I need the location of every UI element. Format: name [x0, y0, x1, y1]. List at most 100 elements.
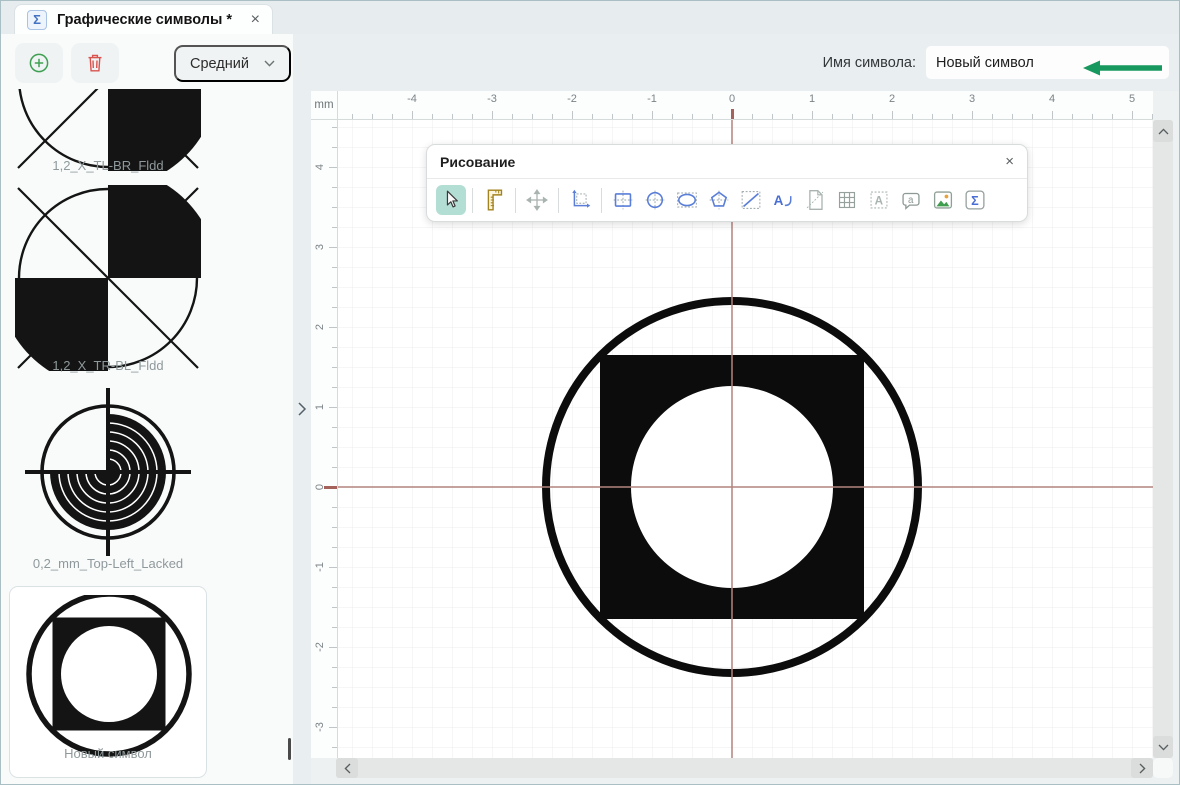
ruler-tick — [912, 114, 913, 119]
ruler-tick — [612, 114, 613, 119]
vertical-ruler: 43210-1-2-3 — [311, 120, 338, 758]
symbol-thumbnail[interactable] — [15, 89, 201, 173]
ruler-label: -4 — [407, 93, 417, 105]
ruler-tick — [332, 587, 337, 588]
ruler-label: 3 — [313, 237, 327, 257]
chevron-right-icon[interactable] — [297, 401, 307, 422]
editor-topbar: Имя символа: Новый символ — [311, 34, 1180, 91]
ruler-tick — [332, 207, 337, 208]
ruler-tick — [329, 647, 337, 648]
tool-ellipse-button[interactable] — [672, 185, 702, 215]
symbol-thumbnail-selected[interactable] — [9, 586, 207, 778]
ruler-tick — [332, 507, 337, 508]
ruler-tick — [1072, 114, 1073, 119]
horizontal-scrollbar[interactable] — [336, 758, 1153, 778]
tool-select-button[interactable] — [436, 185, 466, 215]
symbol-name-label: Имя символа: — [823, 55, 916, 71]
symbol-library-sidebar: Средний 1,2_X_TL-BR_Fldd 1,2_X_TR-BL_Fld… — [1, 34, 293, 785]
size-dropdown-value: Средний — [190, 56, 249, 72]
ruler-tick — [332, 707, 337, 708]
chevron-down-icon — [264, 60, 275, 67]
tool-table-button[interactable] — [832, 185, 862, 215]
ruler-tick — [1092, 114, 1093, 119]
annotation-arrow-icon — [1083, 60, 1163, 76]
tool-comment-button[interactable]: a — [896, 185, 926, 215]
symbol-thumbnail[interactable] — [15, 185, 201, 371]
ruler-tick — [812, 111, 813, 119]
toolbar-separator — [472, 188, 473, 213]
tool-text-button: A — [864, 185, 894, 215]
ruler-tick — [329, 567, 337, 568]
sidebar-splitter[interactable] — [293, 34, 311, 785]
ruler-tick — [332, 607, 337, 608]
vertical-scrollbar[interactable] — [1153, 120, 1173, 758]
ruler-tick — [332, 127, 337, 128]
ruler-tick — [332, 267, 337, 268]
ruler-label: 2 — [889, 93, 895, 105]
ruler-tick — [532, 114, 533, 119]
tab-title: Графические символы * — [57, 12, 232, 28]
delete-symbol-button[interactable] — [71, 43, 119, 83]
tab-graphic-symbols[interactable]: Σ Графические символы * × — [14, 4, 273, 34]
ruler-tick — [332, 187, 337, 188]
ruler-tick — [329, 327, 337, 328]
ruler-label: 4 — [1049, 93, 1055, 105]
scroll-right-button[interactable] — [1131, 758, 1153, 778]
scroll-left-button[interactable] — [336, 758, 358, 778]
ruler-label: -1 — [313, 557, 327, 577]
ruler-tick — [492, 111, 493, 119]
ruler-tick — [892, 111, 893, 119]
symbol-thumbnail[interactable] — [15, 386, 201, 558]
ruler-tick — [852, 114, 853, 119]
ruler-tick — [872, 114, 873, 119]
tool-ruler-button[interactable] — [479, 185, 509, 215]
ruler-label: -3 — [313, 717, 327, 737]
ruler-tick — [329, 167, 337, 168]
ruler-label: 5 — [1129, 93, 1135, 105]
tool-circle-button[interactable] — [640, 185, 670, 215]
scroll-up-button[interactable] — [1153, 120, 1173, 142]
drawing-panel-close-icon[interactable]: × — [1005, 153, 1014, 170]
ruler-tick — [332, 467, 337, 468]
sigma-icon: Σ — [27, 10, 47, 30]
ruler-tick — [329, 727, 337, 728]
add-symbol-button[interactable] — [15, 43, 63, 83]
drawing-panel[interactable]: Рисование × A Aa Σ — [426, 144, 1028, 222]
scrollbar-corner — [1153, 758, 1173, 778]
ruler-tick — [1032, 114, 1033, 119]
ruler-tick — [452, 114, 453, 119]
tool-move-button — [522, 185, 552, 215]
ruler-tick — [332, 667, 337, 668]
tool-sigma-button[interactable]: Σ — [960, 185, 990, 215]
ruler-tick — [632, 114, 633, 119]
ruler-tick — [372, 114, 373, 119]
ruler-tick — [552, 114, 553, 119]
drawing-panel-header[interactable]: Рисование × — [427, 145, 1027, 179]
tool-polygon-button[interactable] — [704, 185, 734, 215]
symbol-name-value: Новый символ — [936, 55, 1034, 71]
tool-rectangle-button[interactable] — [608, 185, 638, 215]
svg-text:a: a — [908, 195, 914, 206]
editor-area: Имя символа: Новый символ mm -4-3-2-1012… — [311, 34, 1180, 785]
tool-line-button[interactable] — [736, 185, 766, 215]
tab-close-icon[interactable]: × — [251, 12, 260, 28]
scroll-down-button[interactable] — [1153, 736, 1173, 758]
tool-text-path-button[interactable]: A — [768, 185, 798, 215]
ruler-tick — [932, 114, 933, 119]
sidebar-scrollbar-thumb[interactable] — [288, 738, 291, 760]
ruler-label: -3 — [487, 93, 497, 105]
ruler-tick — [329, 407, 337, 408]
tool-transform-button[interactable] — [565, 185, 595, 215]
ruler-tick — [692, 114, 693, 119]
tool-image-button[interactable] — [928, 185, 958, 215]
ruler-tick — [1112, 114, 1113, 119]
ruler-tick — [792, 114, 793, 119]
ruler-tick — [472, 114, 473, 119]
ruler-tick — [772, 114, 773, 119]
svg-text:A: A — [875, 194, 884, 207]
size-dropdown[interactable]: Средний — [174, 45, 291, 82]
ruler-tick — [332, 427, 337, 428]
ruler-tick — [332, 747, 337, 748]
symbol-thumbnail-label: 0,2_mm_Top-Left_Lacked — [15, 556, 201, 571]
ruler-tick — [332, 287, 337, 288]
